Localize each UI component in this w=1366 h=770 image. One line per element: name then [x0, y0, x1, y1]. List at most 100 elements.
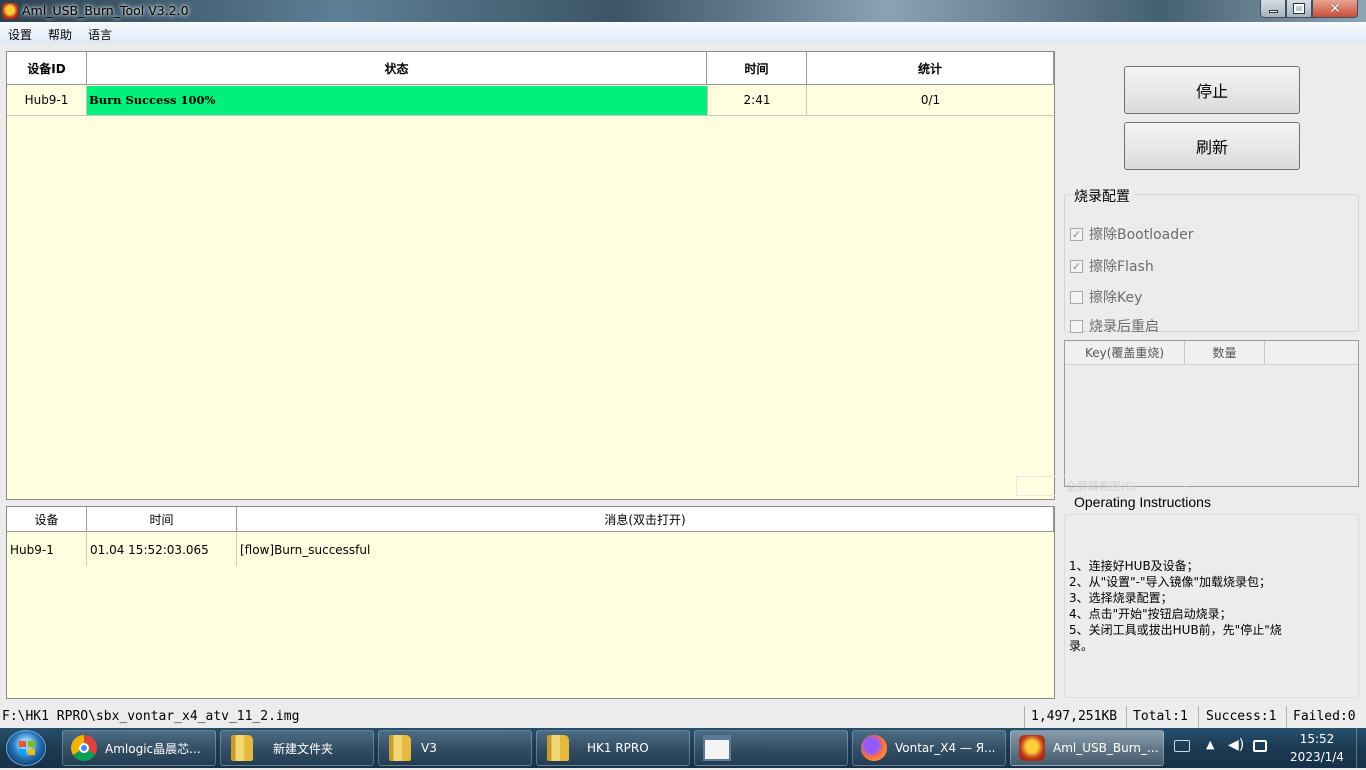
maximize-icon [1293, 3, 1305, 14]
col-header-status[interactable]: 状态 [87, 52, 707, 85]
taskbar-item-firefox[interactable]: Vontar_X4 — Я... [852, 730, 1006, 766]
app-icon [2, 3, 18, 19]
status-text: Burn Success 100% [89, 93, 216, 107]
taskbar-item-label: HK1 RPRO [587, 741, 649, 755]
window-title: Aml_USB_Burn_Tool V3.2.0 [22, 3, 189, 18]
image-size: 1,497,251KB [1031, 709, 1118, 724]
col-header-time[interactable]: 时间 [707, 52, 807, 85]
device-table[interactable]: 设备ID 状态 时间 统计 Hub9-1 Burn Success 100% 2… [6, 51, 1055, 500]
key-table[interactable]: Key(覆盖重烧) 数量 [1064, 340, 1359, 487]
taskbar-item-label: 新建文件夹 [273, 741, 334, 756]
image-path: F:\HK1 RPRO\sbx_vontar_x4_atv_11_2.img [2, 709, 300, 724]
failed-count: Failed:0 [1293, 709, 1356, 724]
folder-icon [231, 735, 253, 761]
screenshot-tooltip: 全屏幕截图(S) [1016, 476, 1186, 496]
log-header-time[interactable]: 时间 [87, 507, 237, 532]
table-row[interactable]: Hub9-1 Burn Success 100% 2:41 0/1 [7, 85, 1054, 116]
col-header-device-id[interactable]: 设备ID [7, 52, 87, 85]
volume-icon[interactable]: ◀) [1228, 737, 1244, 753]
erase-bootloader-label: 擦除Bootloader [1089, 227, 1194, 243]
folder-icon [389, 735, 411, 761]
success-count: Success:1 [1206, 709, 1277, 724]
checkmark-icon: ✓ [1071, 227, 1082, 241]
taskbar-item-burn-tool[interactable]: Aml_USB_Burn_... [1010, 730, 1164, 766]
checkbox-box: ✓ [1070, 259, 1083, 273]
minimize-icon [1268, 10, 1278, 13]
clock-time[interactable]: 15:52 [1288, 732, 1346, 746]
menu-language[interactable]: 语言 [88, 26, 112, 43]
menu-settings[interactable]: 设置 [8, 26, 32, 43]
folder-icon [547, 735, 569, 761]
menu-help[interactable]: 帮助 [48, 26, 72, 43]
erase-flash-label: 擦除Flash [1089, 259, 1154, 275]
status-cell: Burn Success 100% [87, 85, 707, 116]
title-bar[interactable] [0, 0, 1366, 22]
log-header-device[interactable]: 设备 [7, 507, 87, 532]
instruction-line: 1、连接好HUB及设备； [1069, 559, 1199, 573]
stop-button[interactable]: 停止 [1124, 66, 1300, 114]
taskbar-item-label: Vontar_X4 — Я... [895, 741, 996, 755]
col-header-stats[interactable]: 统计 [807, 52, 1054, 85]
taskbar-item-window[interactable] [694, 730, 848, 766]
reboot-after-burn-checkbox[interactable]: 烧录后重启 [1070, 318, 1159, 334]
refresh-button[interactable]: 刷新 [1124, 122, 1300, 170]
checkbox-box: ✓ [1070, 227, 1083, 241]
log-device-cell: Hub9-1 [7, 533, 87, 566]
taskbar-item-label: V3 [421, 741, 437, 755]
taskbar-item-folder-v3[interactable]: V3 [378, 730, 532, 766]
erase-key-checkbox[interactable]: 擦除Key [1070, 287, 1142, 307]
taskbar: Amlogic晶晨芯... 新建文件夹 V3 HK1 RPRO Vontar_X… [0, 728, 1366, 768]
status-divider [1198, 706, 1199, 728]
status-bar: F:\HK1 RPRO\sbx_vontar_x4_atv_11_2.img 1… [0, 706, 1366, 728]
taskbar-item-chrome[interactable]: Amlogic晶晨芯... [62, 730, 216, 766]
instruction-line: 录。 [1069, 639, 1094, 653]
burn-tool-icon [1019, 735, 1045, 761]
key-header-filler [1265, 341, 1358, 365]
status-divider [1024, 706, 1025, 728]
status-divider [1126, 706, 1127, 728]
instruction-line: 3、选择烧录配置； [1069, 591, 1173, 605]
reboot-after-burn-label: 烧录后重启 [1089, 319, 1159, 334]
device-id-cell: Hub9-1 [7, 85, 87, 116]
status-divider [1286, 706, 1287, 728]
network-icon[interactable] [1253, 740, 1267, 752]
taskbar-item-folder-hk1[interactable]: HK1 RPRO [536, 730, 690, 766]
close-button[interactable]: ✕ [1312, 0, 1358, 18]
taskbar-item-label: Aml_USB_Burn_... [1053, 741, 1159, 755]
firefox-icon [861, 735, 887, 761]
instruction-line: 5、关闭工具或拔出HUB前，先"停止"烧 [1069, 623, 1282, 637]
show-desktop-button[interactable] [1356, 728, 1366, 768]
minimize-button[interactable] [1260, 0, 1286, 18]
taskbar-item-folder-new[interactable]: 新建文件夹 [220, 730, 374, 766]
show-hidden-icons-icon[interactable]: ▲ [1206, 738, 1214, 751]
checkbox-box [1070, 319, 1083, 333]
stats-cell: 0/1 [807, 85, 1054, 116]
menu-bar [0, 22, 1366, 44]
windows-logo-icon [19, 741, 35, 755]
log-header-message[interactable]: 消息(双击打开) [237, 507, 1054, 532]
checkbox-box [1070, 290, 1083, 304]
table-row[interactable]: Hub9-1 01.04 15:52:03.065 [flow]Burn_suc… [7, 533, 1054, 566]
instruction-line: 2、从"设置"-"导入镜像"加载烧录包； [1069, 575, 1272, 589]
clock-date[interactable]: 2023/1/4 [1282, 750, 1352, 764]
erase-flash-checkbox[interactable]: ✓ 擦除Flash [1070, 256, 1154, 276]
log-time-cell: 01.04 15:52:03.065 [87, 533, 237, 566]
window-icon [703, 735, 731, 761]
total-count: Total:1 [1133, 709, 1188, 724]
close-icon: ✕ [1329, 0, 1341, 17]
checkmark-icon: ✓ [1071, 259, 1082, 273]
log-table[interactable]: 设备 时间 消息(双击打开) Hub9-1 01.04 15:52:03.065… [6, 506, 1055, 699]
instructions-title: Operating Instructions [1074, 494, 1211, 510]
burn-config-title: 烧录配置 [1070, 186, 1134, 206]
start-button[interactable] [6, 730, 46, 766]
log-message-cell: [flow]Burn_successful [240, 542, 371, 557]
instruction-line: 4、点击"开始"按钮启动烧录； [1069, 607, 1232, 621]
key-header-key[interactable]: Key(覆盖重烧) [1065, 341, 1185, 365]
instructions-text: 1、连接好HUB及设备； 2、从"设置"-"导入镜像"加载烧录包； 3、选择烧录… [1069, 558, 1282, 654]
erase-bootloader-checkbox[interactable]: ✓ 擦除Bootloader [1070, 224, 1194, 244]
erase-key-label: 擦除Key [1089, 290, 1143, 306]
taskbar-item-label: Amlogic晶晨芯... [105, 741, 201, 756]
maximize-button[interactable] [1286, 0, 1312, 18]
key-header-count[interactable]: 数量 [1185, 341, 1265, 365]
keyboard-icon[interactable] [1174, 740, 1190, 752]
